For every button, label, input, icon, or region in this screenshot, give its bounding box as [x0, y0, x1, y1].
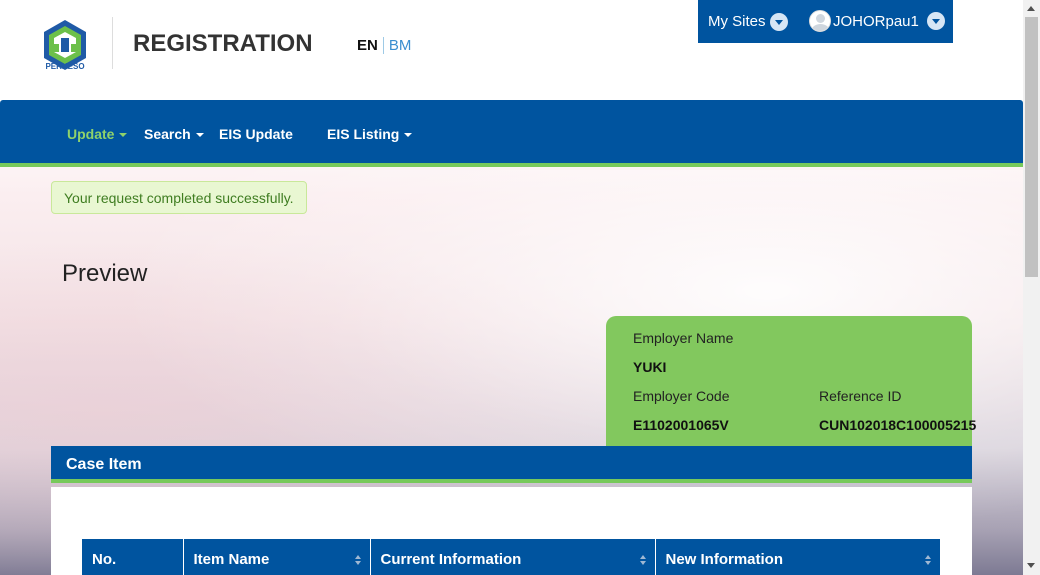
reference-id-value: CUN102018C100005215 — [819, 417, 977, 433]
nav-item-eis-listing[interactable]: EIS Listing — [327, 126, 413, 142]
username-label: JOHORpau1 — [833, 12, 919, 30]
page-title: Preview — [62, 260, 148, 287]
table-header-row: No. Item Name Current Information New In… — [82, 539, 940, 575]
column-header-no[interactable]: No. — [82, 539, 184, 575]
sort-icon — [639, 555, 647, 565]
success-alert: Your request completed successfully. — [51, 181, 307, 214]
reference-id-label: Reference ID — [819, 388, 902, 404]
nav-item-label: Search — [144, 126, 191, 142]
column-header-label: Current Information — [380, 550, 522, 568]
nav-item-eis-update[interactable]: EIS Update — [219, 126, 293, 142]
nav-item-label: EIS Update — [219, 126, 293, 142]
my-sites-menu[interactable]: My Sites — [708, 13, 788, 32]
column-header-label: Item Name — [193, 550, 270, 568]
header-divider — [112, 17, 113, 69]
lang-bm-link[interactable]: BM — [384, 37, 412, 54]
lang-en-link[interactable]: EN — [357, 37, 384, 54]
case-item-header: Case Item — [51, 446, 972, 483]
scroll-up-arrow-icon[interactable] — [1027, 6, 1035, 11]
scroll-down-arrow-icon[interactable] — [1027, 563, 1035, 568]
nav-item-search[interactable]: Search — [144, 126, 204, 142]
employer-code-value: E1102001065V — [633, 417, 729, 433]
case-item-table: No. Item Name Current Information New In… — [82, 539, 940, 575]
employer-name-value: YUKI — [633, 359, 667, 375]
user-topbar: My Sites JOHORpau1 — [698, 0, 953, 43]
logo-text: PERKESO — [45, 62, 85, 71]
nav-item-label: EIS Listing — [327, 126, 400, 142]
sort-icon — [925, 555, 932, 565]
scrollbar-thumb[interactable] — [1025, 17, 1038, 277]
chevron-down-icon — [769, 13, 788, 32]
vertical-scrollbar[interactable] — [1023, 0, 1040, 575]
my-sites-label: My Sites — [708, 13, 766, 30]
nav-item-label: Update — [67, 126, 115, 142]
column-header-current-information[interactable]: Current Information — [370, 539, 656, 575]
main-nav: Update Search EIS Update EIS Listing — [0, 100, 1023, 167]
avatar — [809, 10, 831, 32]
page-background: PERKESO REGISTRATION EN BM Update Search … — [0, 0, 1023, 575]
user-menu[interactable]: JOHORpau1 — [809, 10, 945, 32]
column-header-label: New Information — [665, 550, 784, 568]
nav-item-update[interactable]: Update — [67, 126, 128, 142]
case-item-title: Case Item — [66, 456, 142, 473]
caret-down-icon — [119, 133, 128, 138]
employer-code-label: Employer Code — [633, 388, 730, 404]
sort-icon — [354, 555, 362, 565]
chevron-down-icon — [926, 12, 945, 30]
column-header-item-name[interactable]: Item Name — [183, 539, 371, 575]
caret-down-icon — [195, 133, 204, 138]
language-switcher: EN BM — [357, 37, 411, 54]
employer-info-card: Employer Name YUKI Employer Code E110200… — [606, 316, 976, 456]
app-title: REGISTRATION — [133, 30, 313, 57]
employer-name-label: Employer Name — [633, 330, 734, 346]
column-header-label: No. — [92, 550, 117, 568]
caret-down-icon — [404, 133, 413, 138]
column-header-new-information[interactable]: New Information — [655, 539, 940, 575]
